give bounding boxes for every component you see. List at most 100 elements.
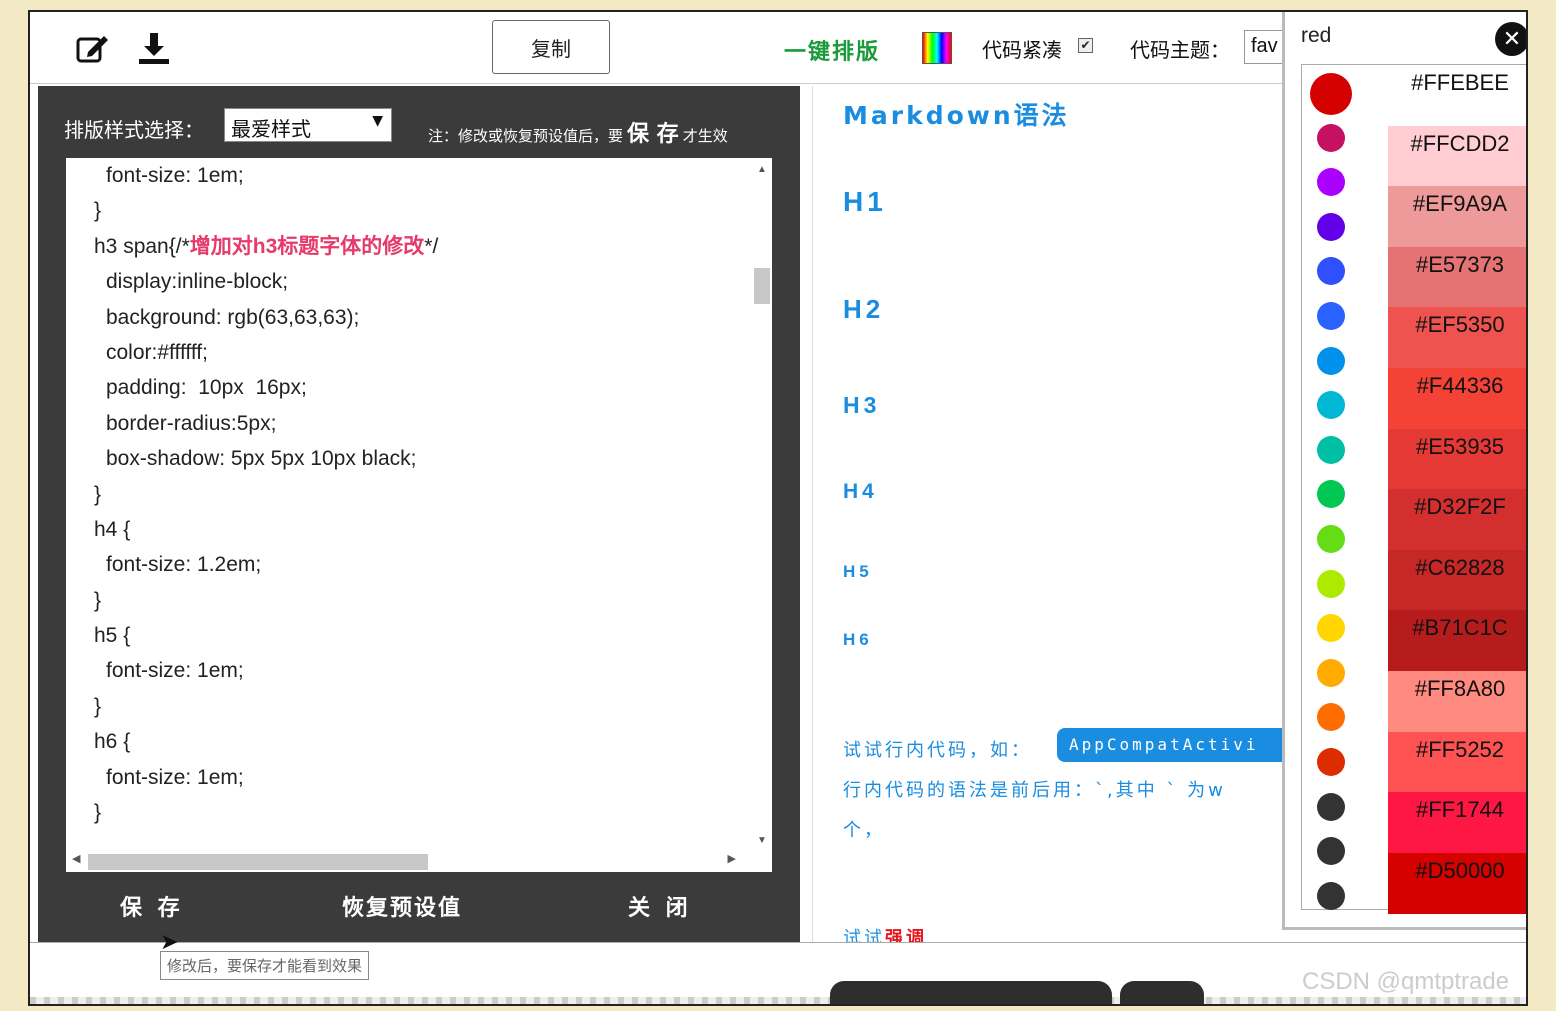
swatch-list: #FFEBEE #FFCDD2 #EF9A9A #E57373 #EF5350 #F443… [1301,64,1526,914]
style-select[interactable]: 最爱样式 ▼ [224,108,392,142]
color-shade-cell[interactable]: #C62828 [1388,549,1526,611]
code-text: font-size: 1em; [106,164,244,187]
color-dot[interactable] [1317,391,1345,420]
code-line: } [94,193,438,228]
color-dot[interactable] [1317,837,1345,866]
preview-h1: H1 [843,186,887,217]
vertical-scroll-thumb[interactable] [754,268,770,304]
vertical-scrollbar[interactable]: ▲ ▼ [752,158,772,848]
inline-syntax-text: 行内代码的语法是前后用：`,其中 ` 为w [843,780,1226,801]
color-dot[interactable] [1310,73,1352,115]
color-dot[interactable] [1317,792,1345,821]
color-dot[interactable] [1317,435,1345,464]
one-click-format-button[interactable]: 一键排版 [784,34,880,66]
code-line: } [94,477,438,512]
color-palette-icon[interactable] [922,32,952,64]
code-text: padding: 10px 16px; [106,376,307,400]
color-dot[interactable] [1317,212,1345,241]
color-shade-cell[interactable]: #B71C1C [1388,610,1526,672]
color-shade-cell[interactable]: #E53935 [1388,428,1526,490]
editor-window: 复制 一键排版 代码紧凑 ✔ 代码主题： fav 排版样式选择： 最爱样式 ▼ … [28,10,1528,1006]
restore-defaults-button[interactable]: 恢复预设值 [342,890,462,922]
close-icon[interactable]: ✕ [1495,22,1526,56]
color-dot[interactable] [1317,881,1345,910]
code-text: h5 { [94,624,131,648]
scroll-up-icon[interactable]: ▲ [757,164,767,175]
horizontal-scrollbar[interactable]: ◀ ▶ [66,848,752,872]
code-text: } [94,801,102,825]
code-text: } [94,588,102,612]
code-text: box-shadow: 5px 5px 10px black; [106,447,417,471]
code-text: background: rgb(63,63,63); [106,305,360,329]
color-dot[interactable] [1317,569,1345,598]
code-text: h6 { [94,730,131,754]
color-shade-cell[interactable]: #FF1744 [1388,792,1526,854]
color-dot[interactable] [1317,703,1345,732]
color-shade-cell[interactable]: #F44336 [1388,368,1526,429]
code-line: display:inline-block; [94,264,438,299]
code-line: background: rgb(63,63,63); [94,300,438,335]
preview-h3: H3 [843,392,881,418]
dropdown-arrow-icon: ▼ [372,113,383,129]
close-button[interactable]: 关 闭 [628,890,692,922]
color-shade-cell[interactable]: #FFEBEE [1388,65,1526,126]
save-button[interactable]: 保 存 [120,890,184,922]
color-picker-panel: red ✕ #FFEBEE #FFCDD2 #EF9A9A #E57373 #EF535… [1282,12,1526,930]
code-text: font-size: 1em; [106,659,244,683]
preview-title: Markdown语法 [843,101,1070,130]
code-line: } [94,583,438,618]
color-dot[interactable] [1317,346,1345,375]
color-dot[interactable] [1317,748,1345,776]
color-dot[interactable] [1317,168,1345,197]
download-icon[interactable] [136,30,172,66]
code-line: } [94,689,438,724]
color-dot[interactable] [1317,123,1345,152]
color-shade-cell[interactable]: #FFCDD2 [1388,125,1526,187]
horizontal-scroll-thumb[interactable] [88,854,428,870]
color-shade-cell[interactable]: #FF5252 [1388,731,1526,793]
code-text: h4 { [94,517,131,541]
edit-icon[interactable] [74,30,110,66]
scroll-right-icon[interactable]: ▶ [728,852,736,865]
code-line: padding: 10px 16px; [94,370,438,405]
color-shade-cell[interactable]: #EF5350 [1388,307,1526,369]
scroll-left-icon[interactable]: ◀ [72,852,80,865]
note-suffix: 才生效 [682,127,728,145]
toolbar: 复制 一键排版 代码紧凑 ✔ 代码主题： fav [30,12,1284,84]
compact-code-checkbox[interactable]: ✔ [1078,38,1093,53]
css-code-textarea[interactable]: font-size: 1em;} h3 span{/*增加对h3标题字体的修改*/… [66,158,772,872]
code-line: h6 { [94,724,438,759]
code-theme-select[interactable]: fav [1244,30,1284,64]
style-select-value: 最爱样式 [231,117,311,141]
code-line: } [94,795,438,830]
background-dark-button [830,981,1112,1004]
background-dark-button-small [1120,981,1204,1004]
color-dot[interactable] [1317,480,1345,509]
note-bold: 保 存 [627,122,679,147]
color-shade-cell[interactable]: #FF8A80 [1388,671,1526,732]
scroll-down-icon[interactable]: ▼ [757,835,767,846]
color-dot[interactable] [1317,257,1345,286]
copy-button[interactable]: 复制 [492,20,610,74]
background-strip [30,997,1526,1004]
color-dot[interactable] [1317,658,1345,687]
code-line: font-size: 1em; [94,760,438,795]
code-text: color:#ffffff; [106,340,208,364]
code-line: color:#ffffff; [94,335,438,370]
color-shade-cell[interactable]: #D50000 [1388,852,1526,914]
color-shade-cell[interactable]: #E57373 [1388,246,1526,308]
color-dot[interactable] [1317,525,1345,553]
color-shade-cell[interactable]: #D32F2F [1388,489,1526,551]
color-dot[interactable] [1317,614,1345,643]
color-family-name: red [1301,24,1332,47]
code-text: } [94,482,102,506]
preview-h5: H5 [843,562,873,581]
code-line: box-shadow: 5px 5px 10px black; [94,441,438,476]
code-theme-label: 代码主题： [1130,38,1230,62]
markdown-preview: Markdown语法 H1 H2 H3 H4 H5 H6 试试行内代码，如： A… [812,86,1282,942]
code-line: font-size: 1em; [94,158,438,193]
compact-code-label: 代码紧凑 [982,38,1062,62]
color-dot[interactable] [1317,302,1345,330]
color-shade-cell[interactable]: #EF9A9A [1388,186,1526,248]
watermark: CSDN @qmtptrade [1302,968,1510,995]
